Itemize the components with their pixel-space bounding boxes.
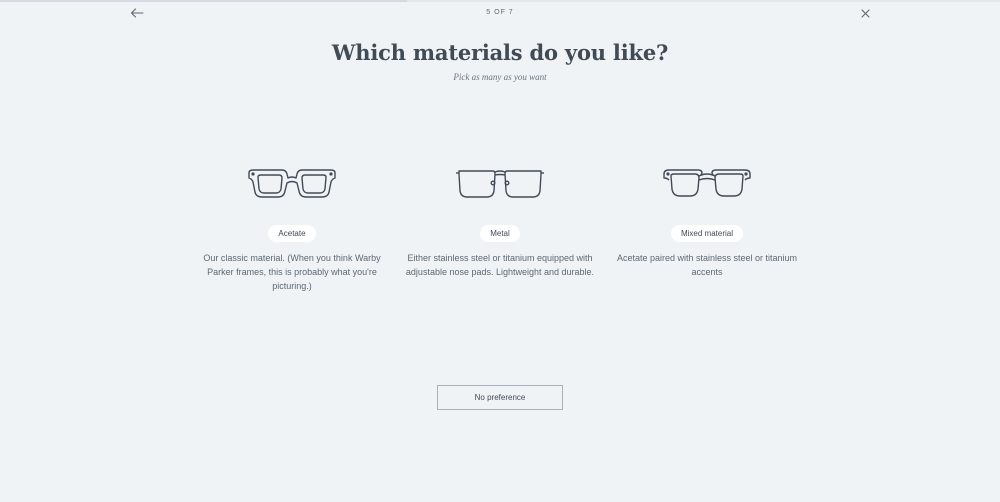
step-counter: 5 OF 7 [486,9,514,16]
metal-glasses-icon [456,170,544,198]
option-label-mixed-material: Mixed material [670,225,743,242]
acetate-glasses-icon [248,169,336,198]
no-preference-button[interactable]: No preference [437,385,563,410]
mixed-glasses-icon [663,169,751,197]
option-description-metal: Either stainless steel or titanium equip… [405,253,595,277]
option-metal[interactable]: Metal Either stainless steel or titanium… [405,160,595,279]
option-description-acetate: Our classic material. (When you think Wa… [203,253,381,291]
option-label-acetate: Acetate [268,225,316,242]
close-button[interactable] [857,5,873,21]
quiz-page: 5 OF 7 Which materials do you like? Pick… [0,0,1000,502]
close-icon [860,8,870,18]
option-acetate[interactable]: Acetate Our classic material. (When you … [197,160,387,293]
progress-bar [0,0,1000,2]
material-options: Acetate Our classic material. (When you … [0,160,1000,310]
page-subtitle: Pick as many as you want [453,72,547,82]
option-description-mixed-material: Acetate paired with stainless steel or t… [616,253,798,277]
page-title: Which materials do you like? [331,40,669,65]
option-mixed-material[interactable]: Mixed material Acetate paired with stain… [612,160,802,279]
progress-fill [0,0,407,2]
option-label-metal: Metal [480,225,520,242]
